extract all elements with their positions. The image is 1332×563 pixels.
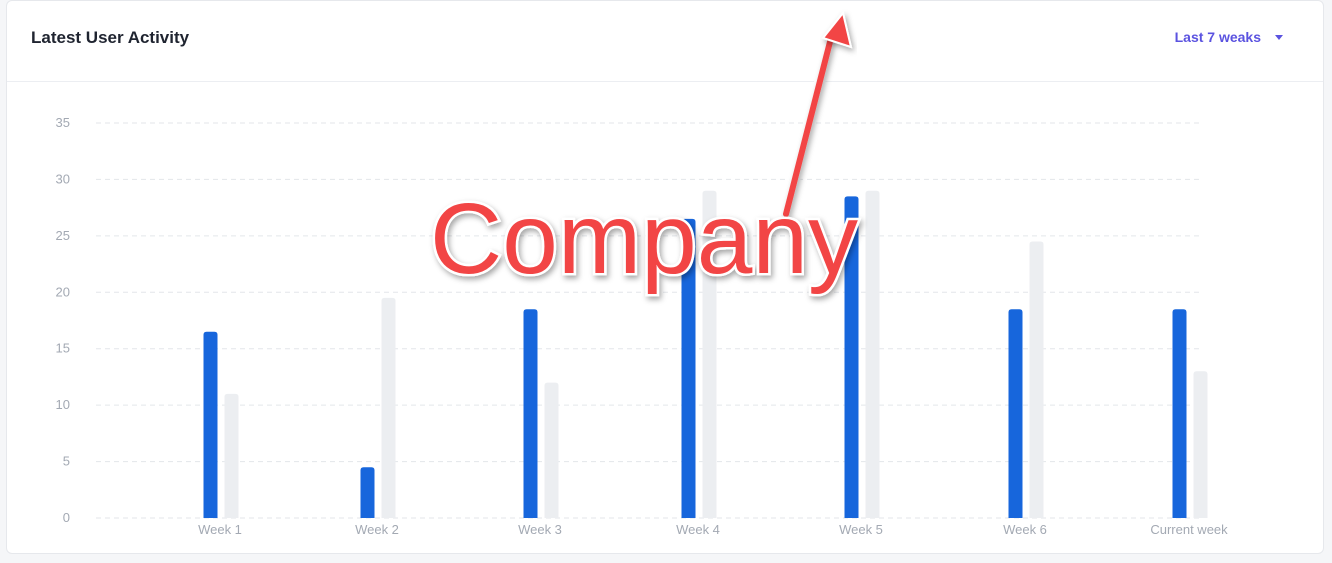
company-overlay-text: Company [430, 183, 858, 295]
bar-secondary [1029, 241, 1044, 518]
bar-secondary [865, 190, 880, 518]
x-category-label: Week 5 [839, 522, 883, 537]
bar-primary [1008, 309, 1023, 518]
y-tick-label: 10 [56, 397, 70, 412]
y-tick-label: 0 [63, 510, 70, 525]
annotation-layer: Company [428, 10, 860, 298]
bar-secondary [1193, 371, 1208, 518]
bar-secondary [224, 393, 239, 518]
activity-chart: 0 5 10 15 20 25 30 35 Week 1 Week 2 Week 3 Week 4 We… [56, 10, 1228, 537]
x-category-label: Week 3 [518, 522, 562, 537]
bar-primary [203, 331, 218, 518]
y-tick-label: 30 [56, 171, 70, 186]
bar-secondary [544, 382, 559, 518]
bar-primary [523, 309, 538, 518]
y-tick-label: 20 [56, 284, 70, 299]
y-tick-label: 15 [56, 341, 70, 356]
bar-primary [360, 467, 375, 518]
x-category-label: Week 6 [1003, 522, 1047, 537]
y-tick-label: 25 [56, 228, 70, 243]
x-category-label: Week 4 [676, 522, 720, 537]
bar-secondary [381, 297, 396, 518]
x-category-label: Current week [1150, 522, 1228, 537]
x-category-label: Week 1 [198, 522, 242, 537]
bar-primary [1172, 309, 1187, 518]
x-category-label: Week 2 [355, 522, 399, 537]
y-tick-label: 35 [56, 115, 70, 130]
y-tick-label: 5 [63, 454, 70, 469]
